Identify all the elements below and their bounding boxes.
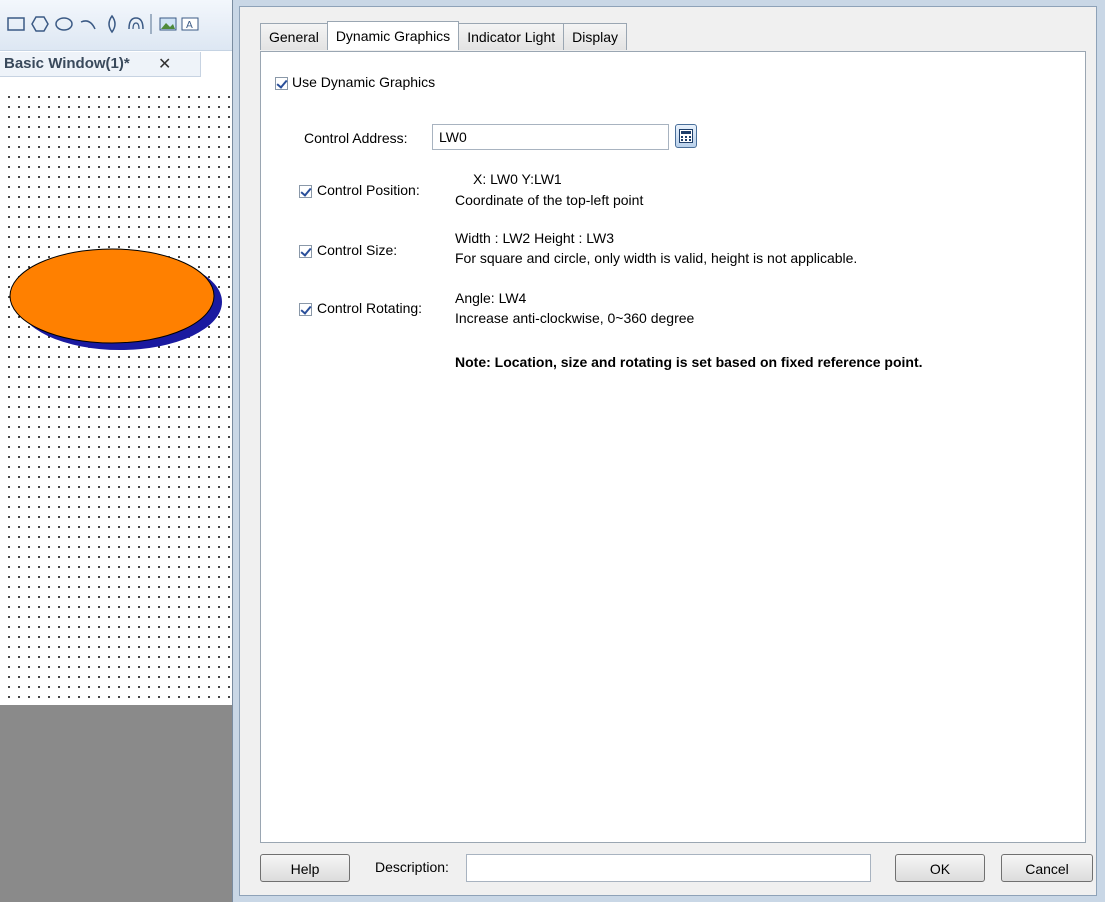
ellipse-shape[interactable] — [8, 246, 228, 356]
ok-button[interactable]: OK — [895, 854, 985, 882]
checkbox-icon[interactable] — [299, 184, 312, 198]
tab-display[interactable]: Display — [563, 23, 628, 50]
control-position-label: Control Position: — [317, 182, 420, 198]
design-canvas[interactable] — [0, 88, 240, 705]
canvas-margin — [0, 705, 240, 902]
document-tab[interactable]: Basic Window(1)* ✕ — [0, 52, 201, 77]
control-size-checkbox[interactable]: Control Size: — [299, 242, 397, 258]
use-dynamic-graphics-checkbox[interactable]: Use Dynamic Graphics — [275, 74, 435, 90]
image-icon[interactable] — [158, 14, 178, 34]
checkbox-icon[interactable] — [299, 244, 312, 258]
arch-icon[interactable] — [126, 14, 146, 34]
ellipse-icon[interactable] — [54, 14, 74, 34]
arc-icon[interactable] — [78, 14, 98, 34]
close-icon[interactable]: ✕ — [158, 54, 171, 74]
dialog-footer: Help Description: OK Cancel — [260, 853, 1093, 885]
control-rotating-label: Control Rotating: — [317, 300, 423, 316]
control-size-label: Control Size: — [317, 242, 398, 258]
control-size-line1: Width : LW2 Height : LW3 — [455, 230, 614, 246]
dialog-body: General Dynamic Graphics Indicator Light… — [239, 6, 1097, 896]
description-input[interactable] — [466, 854, 871, 882]
checkbox-icon[interactable] — [299, 302, 312, 316]
tab-strip: General Dynamic Graphics Indicator Light… — [260, 21, 628, 51]
drawing-toolbar: A — [0, 0, 240, 51]
control-position-checkbox[interactable]: Control Position: — [299, 182, 420, 198]
svg-text:A: A — [186, 20, 193, 31]
tab-indicator-light[interactable]: Indicator Light — [458, 23, 565, 50]
editor-window: A Basic Window(1)* ✕ — [0, 0, 240, 902]
tab-general[interactable]: General — [260, 23, 328, 50]
polygon-icon[interactable] — [30, 14, 50, 34]
use-dynamic-graphics-label: Use Dynamic Graphics — [292, 74, 436, 90]
control-rotating-line2: Increase anti-clockwise, 0~360 degree — [455, 310, 695, 326]
control-address-input[interactable] — [432, 124, 669, 150]
control-position-line2: Coordinate of the top-left point — [455, 192, 644, 208]
control-rotating-checkbox[interactable]: Control Rotating: — [299, 300, 422, 316]
rectangle-icon[interactable] — [6, 14, 26, 34]
cancel-button[interactable]: Cancel — [1001, 854, 1093, 882]
toolbar-separator — [150, 14, 152, 34]
description-label: Description: — [375, 859, 449, 875]
calculator-icon — [679, 129, 693, 143]
properties-dialog: General Dynamic Graphics Indicator Light… — [232, 0, 1105, 902]
address-keypad-button[interactable] — [675, 124, 697, 148]
tab-dynamic-graphics[interactable]: Dynamic Graphics — [326, 21, 460, 50]
help-button[interactable]: Help — [260, 854, 350, 882]
checkbox-icon[interactable] — [275, 76, 288, 90]
control-size-line2: For square and circle, only width is val… — [455, 250, 858, 266]
control-address-label: Control Address: — [304, 130, 408, 146]
diamond-icon[interactable] — [102, 14, 122, 34]
text-icon[interactable]: A — [180, 14, 200, 34]
control-position-line1: X: LW0 Y:LW1 — [473, 171, 562, 187]
dynamic-graphics-panel: Use Dynamic Graphics Control Address: Co… — [260, 51, 1086, 843]
document-tab-label: Basic Window(1)* — [4, 55, 130, 72]
reference-point-note: Note: Location, size and rotating is set… — [455, 354, 923, 370]
control-rotating-line1: Angle: LW4 — [455, 290, 527, 306]
